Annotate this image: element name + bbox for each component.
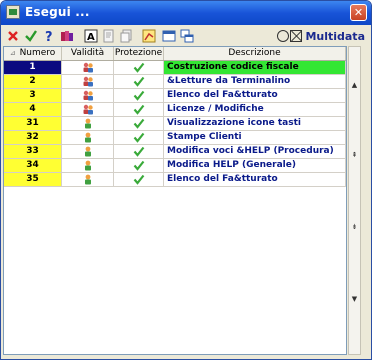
main-window: Esegui ... ✕ ? A Multidata ⊿ Numero Vali… bbox=[0, 0, 372, 360]
user-group-icon bbox=[82, 90, 94, 101]
edit-page-icon[interactable] bbox=[101, 28, 117, 44]
window-icon[interactable] bbox=[161, 28, 177, 44]
cell-descrizione: Licenze / Modifiche bbox=[164, 103, 346, 116]
cell-validita bbox=[62, 75, 114, 88]
cell-descrizione: Elenco del Fa&tturato bbox=[164, 173, 346, 186]
cell-protezione bbox=[114, 89, 164, 102]
grid-header: ⊿ Numero Validità Protezione Descrizione bbox=[4, 47, 346, 61]
toolbar: ? A Multidata bbox=[3, 26, 369, 46]
page-up-button[interactable]: ⇞ bbox=[349, 151, 360, 160]
cell-validita bbox=[62, 103, 114, 116]
brand-name: Multidata bbox=[305, 29, 365, 43]
table-row[interactable]: 1 Costruzione codice fiscale bbox=[4, 61, 346, 75]
svg-text:?: ? bbox=[45, 30, 53, 44]
cell-protezione bbox=[114, 145, 164, 158]
report-icon[interactable]: A bbox=[83, 28, 99, 44]
check-icon bbox=[133, 62, 145, 73]
user-icon bbox=[82, 174, 94, 185]
user-icon bbox=[82, 132, 94, 143]
table-row[interactable]: 3 Elenco del Fa&tturato bbox=[4, 89, 346, 103]
table-row[interactable]: 4 Licenze / Modifiche bbox=[4, 103, 346, 117]
user-icon bbox=[82, 160, 94, 171]
cell-descrizione: Modifica voci &HELP (Procedura) bbox=[164, 145, 346, 158]
grid-rows: 1 Costruzione codice fiscale 2 &Letture da … bbox=[4, 61, 346, 187]
copy-page-icon[interactable] bbox=[119, 28, 135, 44]
check-icon bbox=[133, 76, 145, 87]
window-title: Esegui ... bbox=[25, 5, 90, 19]
page-down-button[interactable]: ⇟ bbox=[349, 223, 360, 232]
app-icon bbox=[6, 5, 20, 19]
window-tile-icon[interactable] bbox=[179, 28, 195, 44]
user-icon bbox=[82, 146, 94, 157]
cell-numero: 35 bbox=[4, 173, 62, 186]
cell-protezione bbox=[114, 131, 164, 144]
cell-validita bbox=[62, 89, 114, 102]
title-bar[interactable]: Esegui ... ✕ bbox=[1, 1, 371, 25]
user-group-icon bbox=[82, 76, 94, 87]
column-header-numero[interactable]: ⊿ Numero bbox=[4, 47, 62, 60]
cell-descrizione: Stampe Clienti bbox=[164, 131, 346, 144]
scroll-down-button[interactable]: ▼ bbox=[349, 295, 360, 304]
cell-validita bbox=[62, 173, 114, 186]
table-row[interactable]: 2 &Letture da Terminalino bbox=[4, 75, 346, 89]
check-icon bbox=[133, 118, 145, 129]
check-icon[interactable] bbox=[23, 28, 39, 44]
chart-icon[interactable] bbox=[141, 28, 157, 44]
cell-descrizione: Costruzione codice fiscale bbox=[164, 61, 346, 74]
brand-logo: Multidata bbox=[277, 28, 365, 44]
help-icon[interactable]: ? bbox=[41, 28, 57, 44]
procedures-grid: ⊿ Numero Validità Protezione Descrizione … bbox=[3, 46, 347, 355]
cell-validita bbox=[62, 61, 114, 74]
sort-indicator-icon: ⊿ bbox=[9, 49, 16, 57]
cell-protezione bbox=[114, 173, 164, 186]
cell-descrizione: Visualizzazione icone tasti bbox=[164, 117, 346, 130]
svg-text:A: A bbox=[87, 32, 95, 43]
cell-validita bbox=[62, 131, 114, 144]
cell-numero: 1 bbox=[4, 61, 62, 74]
cross-box-logo-icon bbox=[290, 30, 303, 42]
column-header-descrizione[interactable]: Descrizione bbox=[164, 47, 346, 60]
cell-numero: 2 bbox=[4, 75, 62, 88]
table-row[interactable]: 35 Elenco del Fa&tturato bbox=[4, 173, 346, 187]
user-icon bbox=[82, 118, 94, 129]
close-button[interactable]: ✕ bbox=[350, 4, 367, 21]
cell-numero: 33 bbox=[4, 145, 62, 158]
user-group-icon bbox=[82, 104, 94, 115]
table-row[interactable]: 32 Stampe Clienti bbox=[4, 131, 346, 145]
check-icon bbox=[133, 104, 145, 115]
table-row[interactable]: 34 Modifica HELP (Generale) bbox=[4, 159, 346, 173]
cell-numero: 31 bbox=[4, 117, 62, 130]
cell-protezione bbox=[114, 61, 164, 74]
user-group-icon bbox=[82, 62, 94, 73]
cell-validita bbox=[62, 117, 114, 130]
table-row[interactable]: 31 Visualizzazione icone tasti bbox=[4, 117, 346, 131]
cell-descrizione: Elenco del Fa&tturato bbox=[164, 89, 346, 102]
books-icon[interactable] bbox=[59, 28, 75, 44]
check-icon bbox=[133, 146, 145, 157]
check-icon bbox=[133, 174, 145, 185]
cell-protezione bbox=[114, 75, 164, 88]
cell-protezione bbox=[114, 117, 164, 130]
table-row[interactable]: 33 Modifica voci &HELP (Procedura) bbox=[4, 145, 346, 159]
cell-numero: 32 bbox=[4, 131, 62, 144]
cell-protezione bbox=[114, 103, 164, 116]
cell-validita bbox=[62, 145, 114, 158]
cell-validita bbox=[62, 159, 114, 172]
circle-logo-icon bbox=[277, 30, 290, 42]
scroll-up-button[interactable]: ▲ bbox=[349, 81, 360, 90]
column-header-validita[interactable]: Validità bbox=[62, 47, 114, 60]
vertical-scrollbar[interactable]: ▲ ⇞ ⇟ ▼ bbox=[348, 46, 361, 355]
column-header-protezione[interactable]: Protezione bbox=[114, 47, 164, 60]
check-icon bbox=[133, 132, 145, 143]
cancel-icon[interactable] bbox=[5, 28, 21, 44]
check-icon bbox=[133, 160, 145, 171]
cell-descrizione: Modifica HELP (Generale) bbox=[164, 159, 346, 172]
cell-numero: 3 bbox=[4, 89, 62, 102]
cell-descrizione: &Letture da Terminalino bbox=[164, 75, 346, 88]
cell-numero: 34 bbox=[4, 159, 62, 172]
cell-protezione bbox=[114, 159, 164, 172]
check-icon bbox=[133, 90, 145, 101]
cell-numero: 4 bbox=[4, 103, 62, 116]
